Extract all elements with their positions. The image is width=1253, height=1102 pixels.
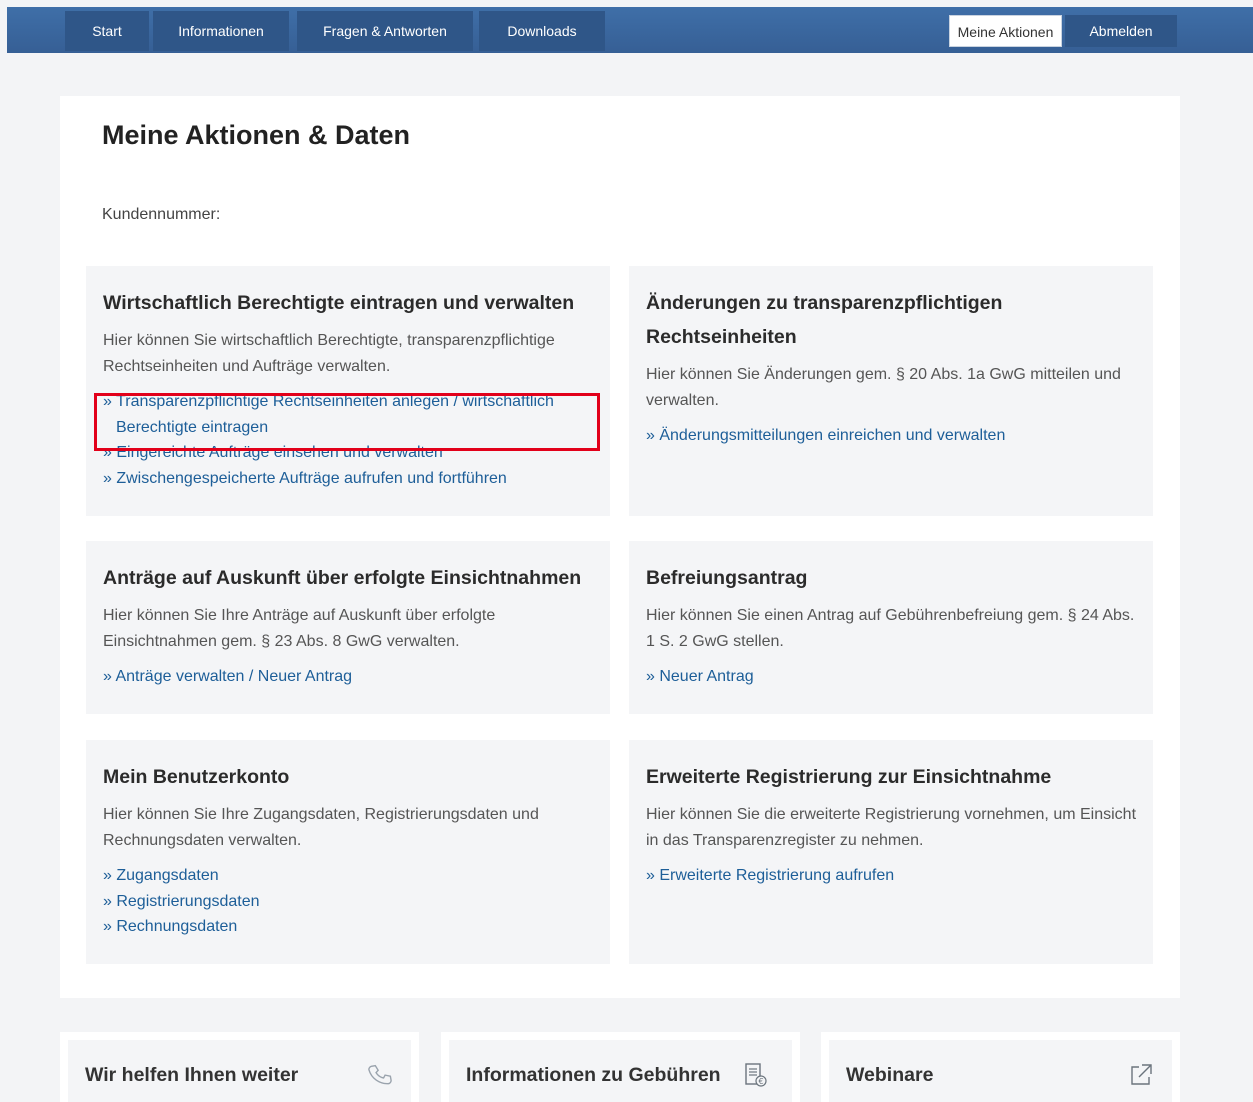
section-wirtschaftlich-berechtigte: Wirtschaftlich Berechtigte eintragen und…: [86, 266, 610, 516]
link-erweiterte-registrierung[interactable]: » Erweiterte Registrierung aufrufen: [646, 863, 1136, 889]
section-text: Hier können Sie wirtschaftlich Berechtig…: [103, 332, 555, 375]
page-title: Meine Aktionen & Daten: [102, 120, 411, 150]
section-text: Hier können Sie Ihre Zugangsdaten, Regis…: [103, 806, 539, 849]
card-gebuehren[interactable]: Informationen zu Gebühren €: [441, 1032, 800, 1102]
link-aenderungsmitteilungen[interactable]: » Änderungsmitteilungen einreichen und v…: [646, 423, 1136, 449]
link-neuer-antrag[interactable]: » Neuer Antrag: [646, 664, 1136, 690]
link-zugangsdaten[interactable]: » Zugangsdaten: [103, 863, 593, 889]
section-title: Wirtschaftlich Berechtigte eintragen und…: [103, 292, 575, 314]
section-auskunft-einsichtnahmen: Anträge auf Auskunft über erfolgte Einsi…: [86, 541, 610, 714]
external-link-icon: [1131, 1064, 1152, 1085]
section-title: Mein Benutzerkonto: [103, 766, 290, 788]
card-label: Informationen zu Gebühren: [466, 1064, 721, 1086]
section-aenderungen: Änderungen zu transparenzpflichtigen Rec…: [629, 266, 1153, 516]
section-text: Hier können Sie die erweiterte Registrie…: [646, 806, 1137, 849]
card-label: Webinare: [846, 1064, 934, 1086]
abmelden-button[interactable]: Abmelden: [1065, 15, 1177, 47]
section-befreiungsantrag: Befreiungsantrag Hier können Sie einen A…: [629, 541, 1153, 714]
section-title: Änderungen zu transparenzpflichtigen Rec…: [646, 292, 1003, 348]
section-title: Anträge auf Auskunft über erfolgte Einsi…: [103, 567, 582, 589]
card-label: Wir helfen Ihnen weiter: [85, 1064, 299, 1086]
link-registrierungsdaten[interactable]: » Registrierungsdaten: [103, 889, 593, 915]
section-benutzerkonto: Mein Benutzerkonto Hier können Sie Ihre …: [86, 740, 610, 964]
nav-informationen[interactable]: Informationen: [153, 11, 289, 51]
svg-text:€: €: [758, 1077, 763, 1086]
top-navigation: Start Informationen Fragen & Antworten D…: [7, 7, 1253, 53]
section-text: Hier können Sie einen Antrag auf Gebühre…: [646, 607, 1135, 650]
link-antraege-verwalten[interactable]: » Anträge verwalten / Neuer Antrag: [103, 664, 593, 690]
invoice-euro-icon: €: [745, 1063, 767, 1087]
meine-aktionen-button[interactable]: Meine Aktionen: [949, 15, 1062, 47]
section-erweiterte-registrierung: Erweiterte Registrierung zur Einsichtnah…: [629, 740, 1153, 964]
section-title: Befreiungsantrag: [646, 567, 808, 589]
main-card: Meine Aktionen & Daten Kundennummer: Wir…: [60, 96, 1180, 998]
phone-icon: [368, 1064, 392, 1085]
section-title: Erweiterte Registrierung zur Einsichtnah…: [646, 766, 1052, 788]
link-zwischengespeicherte-auftraege[interactable]: » Zwischengespeicherte Aufträge aufrufen…: [103, 466, 593, 492]
section-text: Hier können Sie Änderungen gem. § 20 Abs…: [646, 366, 1121, 409]
card-hilfe[interactable]: Wir helfen Ihnen weiter: [60, 1032, 419, 1102]
highlight-frame: [94, 393, 600, 451]
nav-fragen-antworten[interactable]: Fragen & Antworten: [297, 11, 473, 51]
card-webinare[interactable]: Webinare: [821, 1032, 1180, 1102]
nav-downloads[interactable]: Downloads: [479, 11, 605, 51]
kundennummer-label: Kundennummer:: [102, 206, 221, 223]
nav-start[interactable]: Start: [65, 11, 149, 51]
section-text: Hier können Sie Ihre Anträge auf Auskunf…: [103, 607, 496, 650]
link-rechnungsdaten[interactable]: » Rechnungsdaten: [103, 914, 593, 940]
